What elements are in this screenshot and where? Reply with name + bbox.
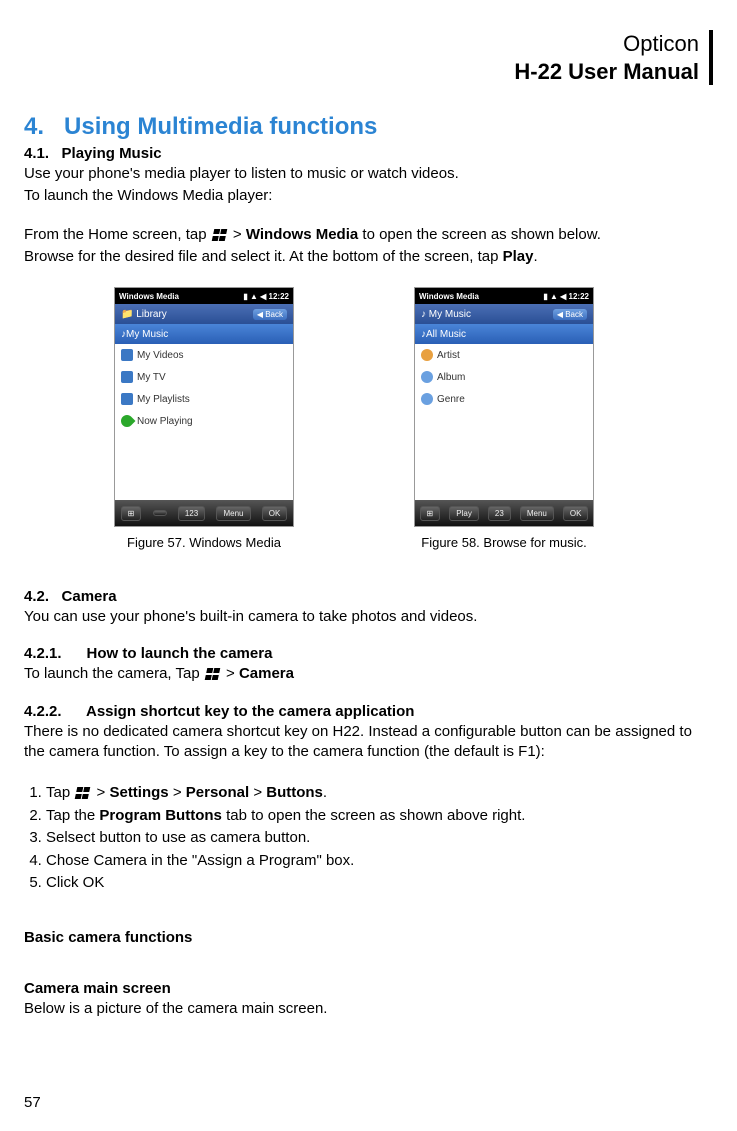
list-item: Artist (415, 344, 593, 366)
section-title: Using Multimedia functions (64, 113, 377, 140)
page: Opticon H-22 User Manual 4. Using Multim… (0, 0, 737, 1131)
list-item: Now Playing (115, 410, 293, 432)
start-button: ⊞ (420, 506, 441, 521)
list-item: Genre (415, 388, 593, 410)
section-number: 4. (24, 113, 44, 140)
start-button: ⊞ (121, 506, 142, 521)
list-item: My Videos (115, 344, 293, 366)
bottom-bar: ⊞ Play 23 Menu OK (415, 500, 593, 526)
paragraph: To launch the Windows Media player: (24, 186, 713, 206)
status-bar: Windows Media ▮ ▲ ◀ 12:22 (115, 288, 293, 304)
paragraph: Browse for the desired file and select i… (24, 247, 713, 267)
heading-camera-main: Camera main screen (24, 980, 713, 997)
steps-list: Tap > Settings > Personal > Buttons. Tap… (24, 782, 713, 895)
windows-start-icon (205, 668, 222, 680)
subsection-4-2-1: 4.2.1. How to launch the camera (24, 645, 713, 662)
paragraph: Use your phone's media player to listen … (24, 164, 713, 184)
figures-row: Windows Media ▮ ▲ ◀ 12:22 📁 Library ◀ Ba… (104, 287, 713, 550)
title-bar: 📁 Library ◀ Back (115, 304, 293, 324)
phone-screenshot: Windows Media ▮ ▲ ◀ 12:22 📁 Library ◀ Ba… (114, 287, 294, 527)
windows-start-icon (75, 787, 92, 799)
header-title: H-22 User Manual (24, 58, 699, 86)
list-item: Album (415, 366, 593, 388)
back-button: ◀ Back (253, 309, 287, 320)
figure-58: Windows Media ▮ ▲ ◀ 12:22 ♪ My Music ◀ B… (404, 287, 604, 550)
paragraph: There is no dedicated camera shortcut ke… (24, 722, 713, 763)
header-product: Opticon (24, 30, 699, 58)
list-item: My TV (115, 366, 293, 388)
step-item: Tap the Program Buttons tab to open the … (46, 805, 713, 828)
figure-caption: Figure 58. Browse for music. (404, 535, 604, 550)
subsection-4-2: 4.2. Camera (24, 588, 713, 605)
paragraph: To launch the camera, Tap > Camera (24, 664, 713, 684)
step-item: Click OK (46, 872, 713, 895)
bottom-bar: ⊞ 123 Menu OK (115, 500, 293, 526)
document-header: Opticon H-22 User Manual (24, 30, 713, 85)
step-item: Chose Camera in the "Assign a Program" b… (46, 850, 713, 873)
page-number: 57 (24, 1094, 41, 1111)
back-button: ◀ Back (553, 309, 587, 320)
list-item: My Playlists (115, 388, 293, 410)
figure-57: Windows Media ▮ ▲ ◀ 12:22 📁 Library ◀ Ba… (104, 287, 304, 550)
figure-caption: Figure 57. Windows Media (104, 535, 304, 550)
list-item-selected: ♪ All Music (415, 324, 593, 344)
step-item: Selsect button to use as camera button. (46, 827, 713, 850)
windows-start-icon (211, 229, 228, 241)
title-bar: ♪ My Music ◀ Back (415, 304, 593, 324)
subsection-4-2-2: 4.2.2. Assign shortcut key to the camera… (24, 703, 713, 720)
step-item: Tap > Settings > Personal > Buttons. (46, 782, 713, 805)
paragraph: Below is a picture of the camera main sc… (24, 999, 713, 1019)
paragraph: From the Home screen, tap > Windows Medi… (24, 225, 713, 245)
list-item-selected: ♪ My Music (115, 324, 293, 344)
paragraph: You can use your phone's built-in camera… (24, 607, 713, 627)
status-bar: Windows Media ▮ ▲ ◀ 12:22 (415, 288, 593, 304)
phone-screenshot: Windows Media ▮ ▲ ◀ 12:22 ♪ My Music ◀ B… (414, 287, 594, 527)
subsection-4-1: 4.1. Playing Music (24, 145, 713, 162)
section-heading: 4. Using Multimedia functions (24, 113, 713, 141)
heading-basic-camera: Basic camera functions (24, 929, 713, 946)
